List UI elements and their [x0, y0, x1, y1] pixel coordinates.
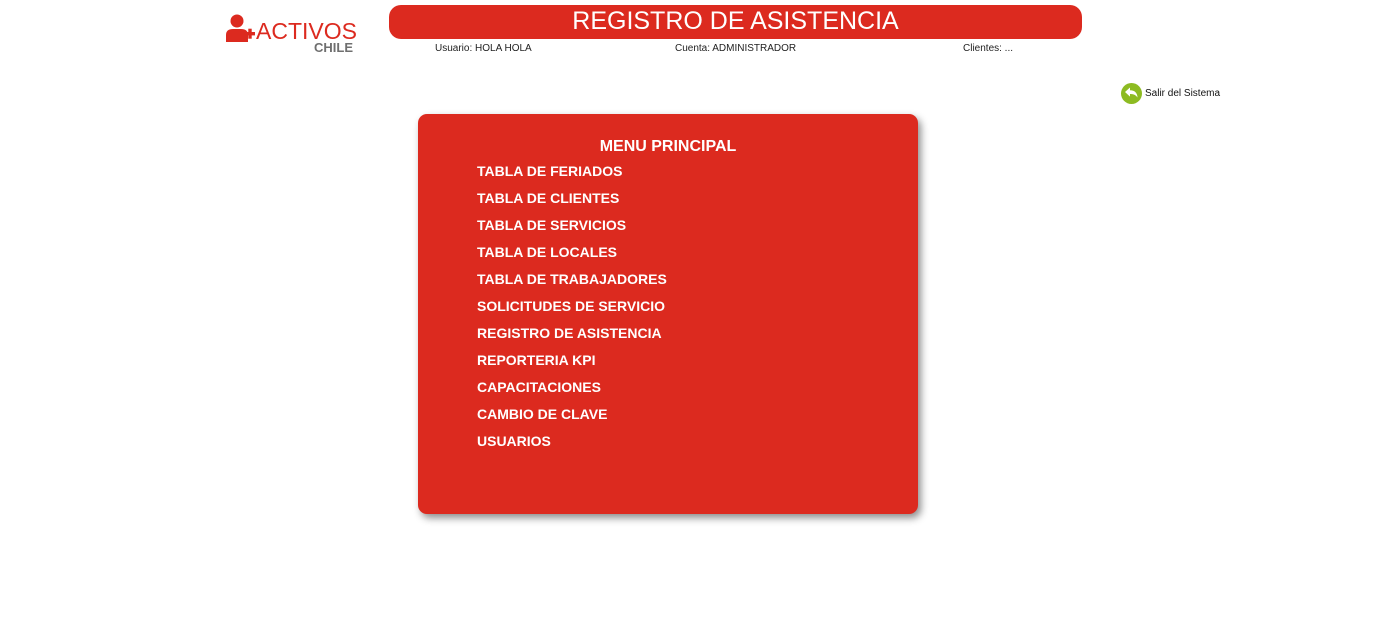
menu-item-asistencia[interactable]: REGISTRO DE ASISTENCIA [477, 324, 667, 351]
page-title: REGISTRO DE ASISTENCIA [389, 5, 1082, 39]
logout-label: Salir del Sistema [1145, 87, 1221, 99]
menu-item-locales[interactable]: TABLA DE LOCALES [477, 243, 667, 270]
user-info: Usuario: HOLA HOLA [435, 43, 532, 54]
menu-item-servicios[interactable]: TABLA DE SERVICIOS [477, 216, 667, 243]
user-plus-icon [226, 14, 255, 42]
menu-item-reporteria[interactable]: REPORTERIA KPI [477, 351, 667, 378]
menu-item-cambio-clave[interactable]: CAMBIO DE CLAVE [477, 405, 667, 432]
company-logo: ACTIVOS CHILE [226, 12, 357, 58]
back-arrow-icon [1121, 82, 1142, 104]
menu-item-trabajadores[interactable]: TABLA DE TRABAJADORES [477, 270, 667, 297]
logout-link[interactable]: Salir del Sistema [1121, 82, 1220, 104]
logo-subtitle: CHILE [314, 40, 353, 55]
menu-item-usuarios[interactable]: USUARIOS [477, 432, 667, 459]
menu-item-clientes[interactable]: TABLA DE CLIENTES [477, 189, 667, 216]
menu-item-capacitaciones[interactable]: CAPACITACIONES [477, 378, 667, 405]
account-info: Cuenta: ADMINISTRADOR [675, 43, 797, 54]
clients-info: Clientes: ... [963, 43, 1014, 54]
menu-title: MENU PRINCIPAL [599, 138, 737, 155]
page: ACTIVOS CHILE REGISTRO DE ASISTENCIA Usu… [0, 0, 1400, 638]
menu-list: TABLA DE FERIADOS TABLA DE CLIENTES TABL… [477, 162, 667, 459]
menu-item-feriados[interactable]: TABLA DE FERIADOS [477, 162, 667, 189]
menu-item-solicitudes[interactable]: SOLICITUDES DE SERVICIO [477, 297, 667, 324]
main-menu-panel: MENU PRINCIPAL TABLA DE FERIADOS TABLA D… [418, 114, 918, 514]
